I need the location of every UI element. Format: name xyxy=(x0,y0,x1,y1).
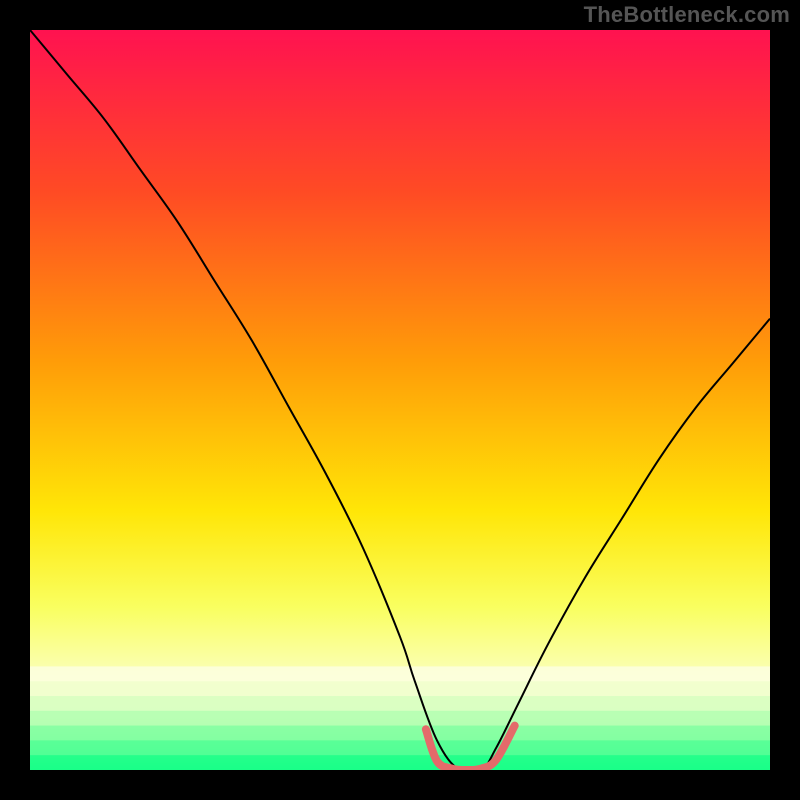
watermark-text: TheBottleneck.com xyxy=(584,2,790,28)
bottom-bands xyxy=(30,666,770,770)
chart-background xyxy=(30,30,770,770)
chart-frame: TheBottleneck.com xyxy=(0,0,800,800)
plot-area xyxy=(30,30,770,770)
chart-svg xyxy=(30,30,770,770)
